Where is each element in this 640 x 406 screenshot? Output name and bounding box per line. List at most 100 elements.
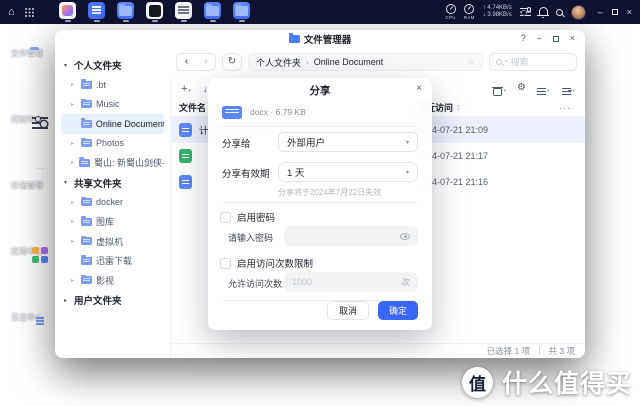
window-titlebar[interactable]: 文件管理器 ? – × [55,30,585,47]
app-launcher-icon[interactable] [24,7,34,17]
total-count: 共 3 项 [548,346,575,356]
column-options-button[interactable]: ··· [559,103,585,113]
enable-password-checkbox[interactable] [220,211,231,223]
sidebar-item-photos[interactable]: ▸ Photos [61,134,164,154]
docx-file-icon [222,105,242,119]
limit-field[interactable]: 次 [284,272,418,292]
limit-input[interactable] [292,277,398,287]
watermark-text: 什么值得买 [501,370,632,398]
view-mode-button[interactable]: ▾ [535,80,552,96]
cpu-monitor[interactable]: CPU [445,4,456,20]
caret-icon: ▾ [188,88,191,94]
sidebar-item-thunder-download[interactable]: 迅雷下载 [61,251,164,271]
folder-app-icon [233,2,251,19]
close-button[interactable]: × [570,34,575,43]
eye-icon[interactable] [400,232,410,240]
sidebar-section-personal[interactable]: ▾ 个人文件夹 [55,55,170,75]
help-button[interactable]: ? [521,34,526,43]
share-to-select[interactable]: 外部用户 ▾ [278,132,418,152]
minimize-button[interactable]: – [537,34,542,43]
history-nav: ‹ › [176,53,216,71]
cancel-button[interactable]: 取消 [326,301,369,320]
sort-button[interactable]: ▾ [560,80,577,96]
net-down-speed: ↓ 3.98KB/s [482,12,512,18]
taskbar-app-folder3[interactable] [232,2,252,22]
sidebar-section-users[interactable]: ▸ 用户文件夹 [55,290,170,310]
folder-app-icon [204,2,222,19]
search-box[interactable]: ▾ [489,53,577,71]
smzdm-badge-icon: 值 [461,366,493,398]
recycle-bin-icon [492,86,504,96]
ram-monitor[interactable]: RAM [464,4,475,20]
notifications-bell-icon[interactable] [537,7,550,18]
enable-limit-checkbox[interactable] [220,257,231,269]
taskbar-app-terminal[interactable] [145,2,165,22]
settings-gear-icon[interactable]: ⚙ [517,83,526,93]
taskbar-app-dashboard[interactable] [174,2,194,22]
search-icon [496,59,502,65]
password-label: 请输入密码 [228,233,274,243]
taskbar-maximize-button[interactable] [611,9,618,15]
caret-icon: ▾ [572,88,575,94]
plus-icon: + [181,83,188,95]
validity-select[interactable]: 1 天 ▾ [278,162,418,182]
taskbar-minimize-button[interactable]: – [598,7,603,17]
user-avatar[interactable] [570,4,586,20]
global-search-icon[interactable] [555,8,563,16]
recycle-bin-button[interactable]: ▾ [491,80,508,96]
dialog-close-icon[interactable]: × [416,84,422,94]
share-to-value: 外部用户 [287,138,326,149]
back-button[interactable]: ‹ [177,54,196,70]
desktop-icon-app-center[interactable]: 应用中心 [8,242,46,256]
task-list-icon[interactable] [519,7,532,17]
sidebar-item-music[interactable]: ▸ Music [61,95,164,115]
taskbar-app-folder2[interactable] [203,2,223,22]
column-header-recent[interactable]: 最近访问 ▲ ▼ [417,101,559,114]
folder-icon [79,157,90,167]
password-field[interactable] [284,226,418,246]
breadcrumb[interactable]: 个人文件夹 › Online Document ☆ [248,53,483,71]
file-recent-time: 2024-07-21 21:16 [417,177,489,187]
search-input[interactable] [510,57,570,67]
sort-arrows-icon: ▲▼ [456,103,461,112]
taskbar-app-files[interactable] [116,2,136,22]
taskbar-app-store[interactable] [58,2,78,22]
taskbar: ⌂ CPU RAM ↑ 4.74KB/s ↓ 3.98KB/s – × [0,0,640,24]
home-icon[interactable]: ⌂ [8,6,15,18]
new-item-button[interactable]: + ▾ [179,80,195,96]
sidebar-item-movies[interactable]: ▸ 影视 [61,271,164,291]
window-title: 文件管理器 [303,34,352,46]
sidebar-item-label: 虚拟机 [96,236,124,247]
password-input[interactable] [292,231,400,241]
desktop-icon-control-center[interactable]: 控制中心 [8,110,46,124]
column-label: 文件名 [179,103,207,113]
desktop-icon-storage-manager[interactable]: 存储管理 [8,176,46,190]
sidebar-item-vm[interactable]: ▸ 虚拟机 [61,232,164,252]
sidebar-item-online-document[interactable]: Online Document [61,114,164,134]
limit-label: 允许访问次数 [228,279,283,289]
taskbar-app-notes[interactable] [87,2,107,22]
sidebar-item-docker[interactable]: ▸ docker [61,193,164,213]
desktop-icon-file-manager[interactable]: 文件管理 [8,44,46,58]
sidebar-item-bt[interactable]: ▸ .bt [61,75,164,95]
docx-file-icon [179,175,192,189]
taskbar-close-button[interactable]: × [627,7,632,17]
enable-password-row[interactable]: 启用密码 [220,210,275,224]
sidebar-item-gallery[interactable]: ▸ 图库 [61,212,164,232]
breadcrumb-root[interactable]: 个人文件夹 [256,56,301,69]
forward-button[interactable]: › [196,54,215,70]
taskbar-apps [58,2,252,22]
refresh-button[interactable]: ↻ [222,53,242,71]
chevron-right-icon: ▸ [71,199,75,206]
enable-limit-row[interactable]: 启用访问次数限制 [220,256,313,270]
sidebar-item-shushan[interactable]: ▸ 蜀山: 新蜀山剑侠-1983_国 [61,153,164,173]
maximize-button[interactable] [552,35,559,42]
confirm-button[interactable]: 确定 [377,301,418,320]
sidebar-section-shared[interactable]: ▾ 共享文件夹 [55,173,170,193]
desktop-icon-log-center[interactable]: 日志中心 [8,308,46,322]
favorite-star-icon[interactable]: ☆ [467,57,475,68]
enable-limit-label: 启用访问次数限制 [237,259,314,270]
section-label: 个人文件夹 [74,61,122,72]
enable-password-label: 启用密码 [237,213,276,224]
breadcrumb-separator: › [306,57,309,67]
